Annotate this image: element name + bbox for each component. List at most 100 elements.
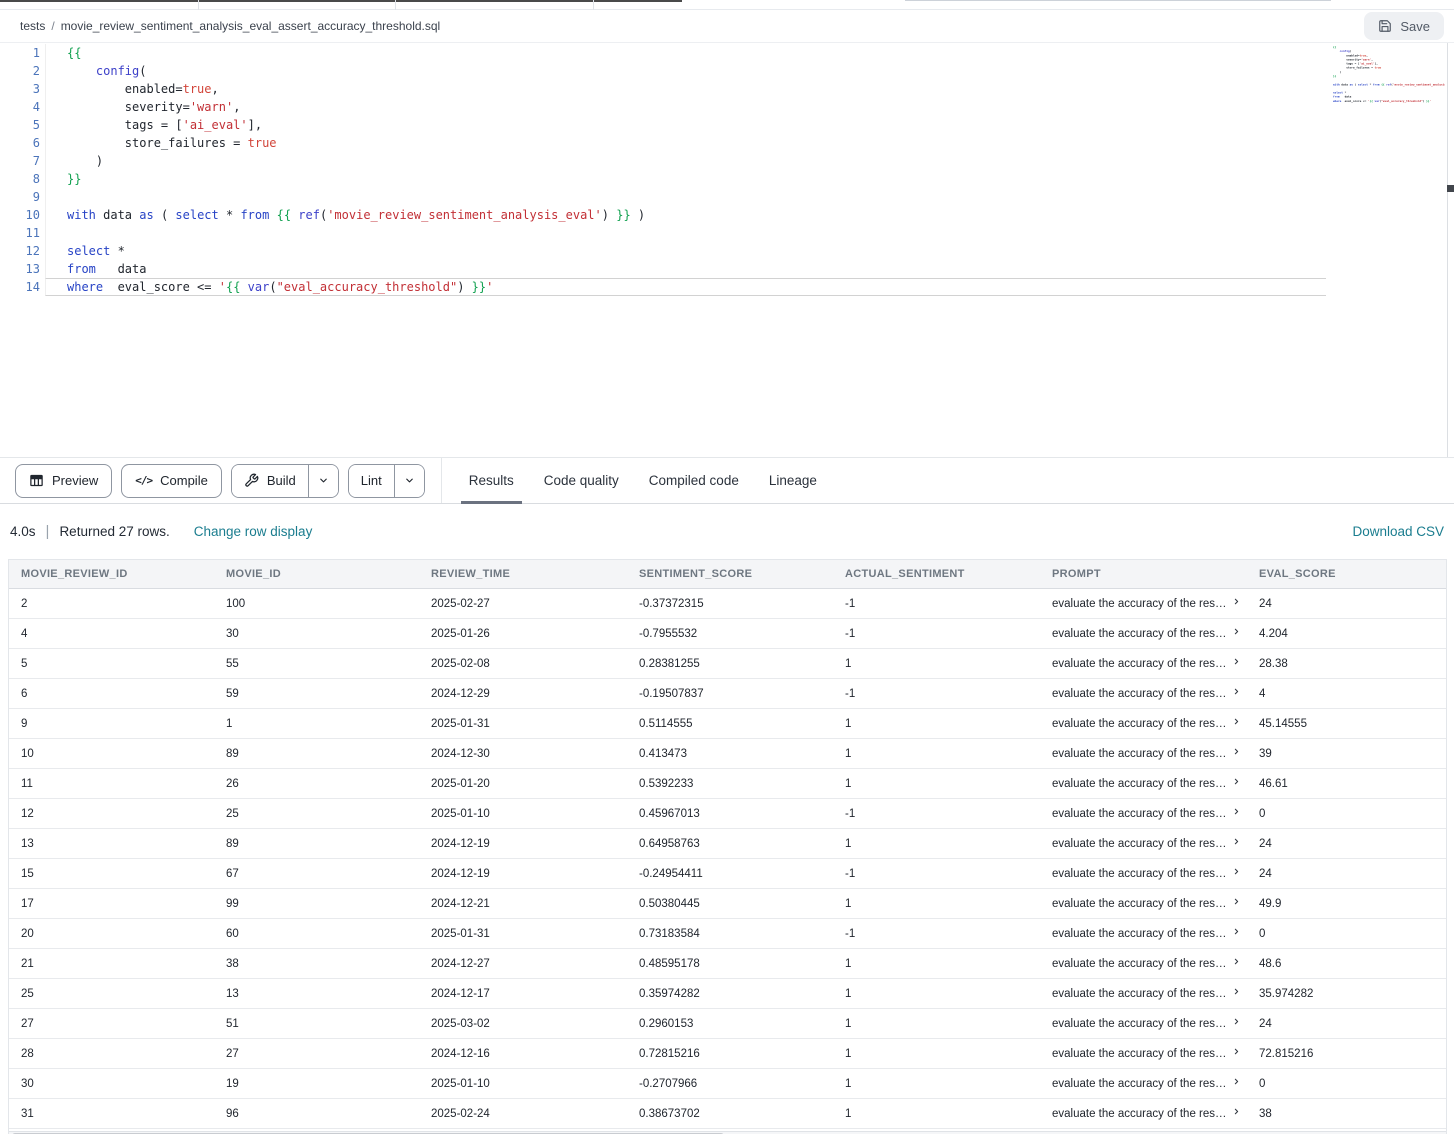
code-line[interactable]: 10with data as ( select * from {{ ref('m… — [0, 206, 1454, 224]
lint-dropdown-button[interactable] — [394, 465, 424, 497]
rows-returned: Returned 27 rows. — [59, 524, 169, 539]
table-row: 21002025-02-27-0.37372315-1evaluate the … — [9, 589, 1446, 619]
prompt-cell: evaluate the accuracy of the res… — [1040, 739, 1247, 768]
code-editor[interactable]: 1{{2 config(3 enabled=true,4 severity='w… — [0, 43, 1454, 457]
expand-prompt-icon[interactable] — [1232, 957, 1241, 966]
table-row: 21382024-12-270.485951781evaluate the ac… — [9, 949, 1446, 979]
expand-prompt-icon[interactable] — [1232, 657, 1241, 666]
table-cell: 1 — [833, 649, 1040, 678]
line-number: 8 — [0, 170, 40, 188]
expand-prompt-icon[interactable] — [1232, 777, 1241, 786]
code-line[interactable]: 3 enabled=true, — [0, 80, 1454, 98]
expand-prompt-icon[interactable] — [1232, 807, 1241, 816]
prompt-preview: evaluate the accuracy of the res… — [1052, 928, 1227, 940]
expand-prompt-icon[interactable] — [1232, 1017, 1241, 1026]
column-header-movie_id: MOVIE_ID — [214, 560, 419, 588]
table-cell: 12 — [9, 799, 214, 828]
prompt-cell: evaluate the accuracy of the res… — [1040, 799, 1247, 828]
expand-prompt-icon[interactable] — [1232, 987, 1241, 996]
query-status-bar: 4.0s | Returned 27 rows. Change row disp… — [0, 504, 1454, 559]
code-line[interactable]: 5 tags = ['ai_eval'], — [0, 116, 1454, 134]
expand-prompt-icon[interactable] — [1232, 837, 1241, 846]
expand-prompt-icon[interactable] — [1232, 867, 1241, 876]
build-dropdown-button[interactable] — [308, 465, 338, 497]
prompt-preview: evaluate the accuracy of the res… — [1052, 958, 1227, 970]
prompt-preview: evaluate the accuracy of the res… — [1052, 868, 1227, 880]
table-cell: 30 — [9, 1069, 214, 1098]
prompt-preview: evaluate the accuracy of the res… — [1052, 838, 1227, 850]
tab-lineage[interactable]: Lineage — [754, 458, 832, 503]
editor-scrollbar-track[interactable] — [1447, 43, 1448, 457]
table-cell: 25 — [9, 979, 214, 1008]
editor-action-buttons: Preview </> Compile Build Lint — [0, 458, 442, 503]
code-line[interactable]: 2 config( — [0, 62, 1454, 80]
line-number: 9 — [0, 188, 40, 206]
editor-minimap[interactable]: {{ config( enabled=true, severity='warn'… — [1333, 45, 1445, 165]
table-cell: 24 — [1247, 859, 1446, 888]
table-row: 27512025-03-020.29601531evaluate the acc… — [9, 1009, 1446, 1039]
table-cell: 2025-01-26 — [419, 619, 627, 648]
download-csv-link[interactable]: Download CSV — [1352, 524, 1444, 539]
tab-results[interactable]: Results — [454, 458, 529, 503]
expand-prompt-icon[interactable] — [1232, 747, 1241, 756]
table-cell: 2024-12-19 — [419, 859, 627, 888]
prompt-preview: evaluate the accuracy of the res… — [1052, 718, 1227, 730]
table-cell: 0.5392233 — [627, 769, 833, 798]
table-cell: 0.2960153 — [627, 1009, 833, 1038]
code-line[interactable]: 12select * — [0, 242, 1454, 260]
code-line[interactable]: 14where eval_score <= '{{ var("eval_accu… — [0, 278, 1454, 296]
expand-prompt-icon[interactable] — [1232, 927, 1241, 936]
code-line[interactable]: 9 — [0, 188, 1454, 206]
table-row: 15672024-12-19-0.24954411-1evaluate the … — [9, 859, 1446, 889]
code-line[interactable]: 1{{ — [0, 44, 1454, 62]
compile-button[interactable]: </> Compile — [121, 464, 222, 498]
tab-separator — [593, 0, 594, 10]
table-cell: 59 — [214, 679, 419, 708]
table-cell: 0.35974282 — [627, 979, 833, 1008]
preview-button-label: Preview — [52, 473, 98, 488]
code-line[interactable]: 6 store_failures = true — [0, 134, 1454, 152]
tab-code-quality[interactable]: Code quality — [529, 458, 634, 503]
table-cell: 2024-12-30 — [419, 739, 627, 768]
expand-prompt-icon[interactable] — [1232, 627, 1241, 636]
save-button[interactable]: Save — [1364, 12, 1444, 40]
table-cell: 2025-02-27 — [419, 589, 627, 618]
expand-prompt-icon[interactable] — [1232, 1077, 1241, 1086]
table-row: 12252025-01-100.45967013-1evaluate the a… — [9, 799, 1446, 829]
editor-scrollbar-thumb[interactable] — [1447, 185, 1454, 192]
line-number: 5 — [0, 116, 40, 134]
prompt-cell: evaluate the accuracy of the res… — [1040, 889, 1247, 918]
expand-prompt-icon[interactable] — [1232, 1047, 1241, 1056]
line-number: 2 — [0, 62, 40, 80]
table-cell: -0.7955532 — [627, 619, 833, 648]
code-line[interactable]: 7 ) — [0, 152, 1454, 170]
code-line[interactable]: 4 severity='warn', — [0, 98, 1454, 116]
prompt-preview: evaluate the accuracy of the res… — [1052, 808, 1227, 820]
code-line[interactable]: 8}} — [0, 170, 1454, 188]
table-cell: 11 — [9, 769, 214, 798]
expand-prompt-icon[interactable] — [1232, 1107, 1241, 1116]
table-cell: 99 — [214, 889, 419, 918]
expand-prompt-icon[interactable] — [1232, 717, 1241, 726]
table-cell: 2025-02-24 — [419, 1099, 627, 1128]
build-button[interactable]: Build — [232, 465, 308, 497]
expand-prompt-icon[interactable] — [1232, 687, 1241, 696]
lint-button[interactable]: Lint — [349, 465, 394, 497]
prompt-cell: evaluate the accuracy of the res… — [1040, 1099, 1247, 1128]
tab-label: Compiled code — [649, 473, 739, 488]
table-cell: 13 — [214, 979, 419, 1008]
expand-prompt-icon[interactable] — [1232, 897, 1241, 906]
table-cell: 9 — [9, 709, 214, 738]
code-line[interactable]: 11 — [0, 224, 1454, 242]
table-cell: 0 — [1247, 919, 1446, 948]
change-row-display-link[interactable]: Change row display — [194, 524, 313, 539]
prompt-preview: evaluate the accuracy of the res… — [1052, 628, 1227, 640]
window-tab-strip — [0, 0, 1454, 10]
line-number: 11 — [0, 224, 40, 242]
tab-compiled-code[interactable]: Compiled code — [634, 458, 754, 503]
preview-button[interactable]: Preview — [15, 464, 112, 498]
code-line[interactable]: 13from data — [0, 260, 1454, 278]
table-cell: 38 — [1247, 1099, 1446, 1128]
expand-prompt-icon[interactable] — [1232, 597, 1241, 606]
table-cell: 0.48595178 — [627, 949, 833, 978]
